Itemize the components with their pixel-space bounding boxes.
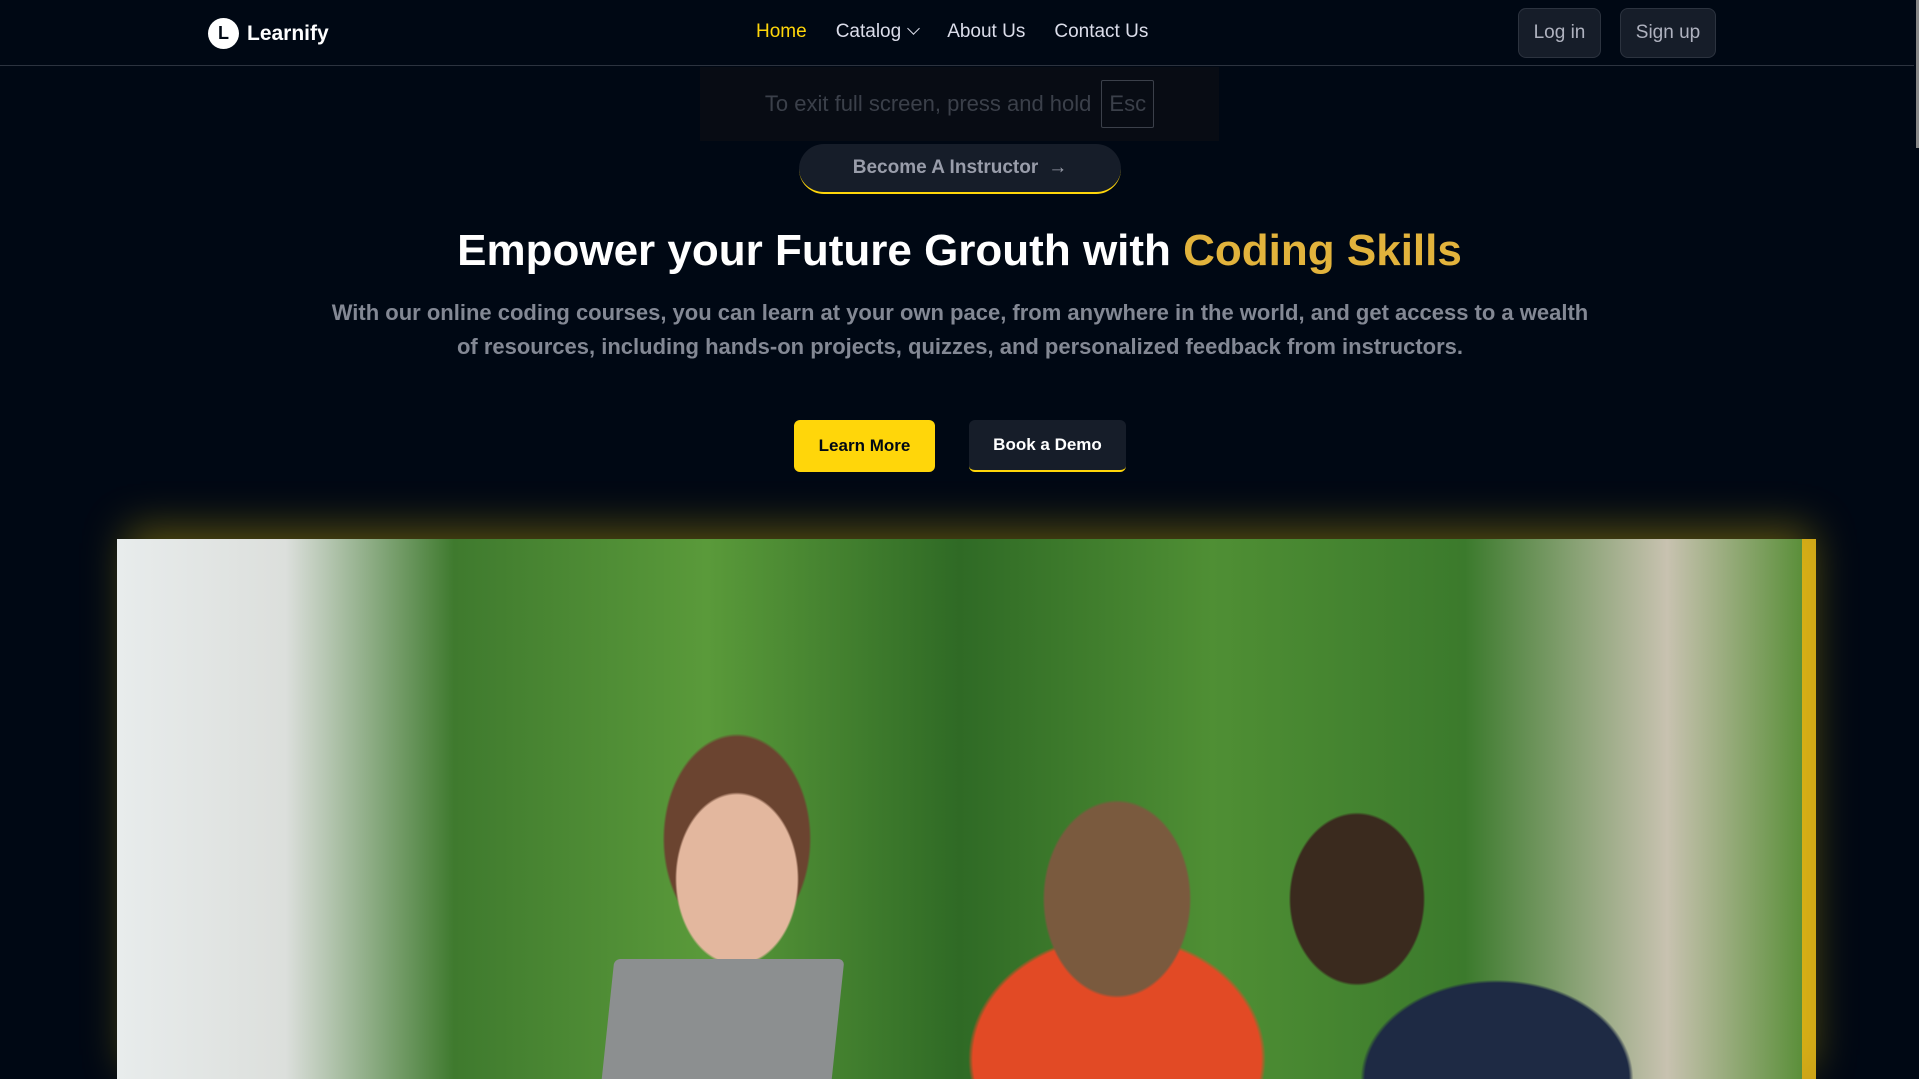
fullscreen-notice-text: To exit full screen, press and hold [764, 91, 1092, 116]
brand-name: Learnify [247, 21, 329, 45]
nav-home[interactable]: Home [756, 21, 807, 43]
laptop [599, 959, 845, 1079]
book-demo-button[interactable]: Book a Demo [969, 420, 1126, 472]
nav-links: Home Catalog About Us Contact Us [756, 21, 1148, 43]
become-instructor-button[interactable]: Become A Instructor → [799, 144, 1121, 194]
arrow-right-icon: → [1048, 157, 1068, 178]
nav-about[interactable]: About Us [947, 21, 1025, 43]
nav-catalog[interactable]: Catalog [835, 21, 921, 43]
login-button[interactable]: Log in [1518, 8, 1601, 58]
signup-button[interactable]: Sign up [1620, 8, 1716, 58]
navbar: L Learnify Home Catalog About Us Contact… [0, 0, 1914, 66]
hero-title-plain: Empower your Future Grouth with [457, 226, 1184, 275]
nav-contact[interactable]: Contact Us [1054, 21, 1148, 43]
learn-more-button[interactable]: Learn More [794, 420, 935, 472]
fullscreen-notice: To exit full screen, press and hold Esc [700, 67, 1219, 141]
hero-title-highlight: Coding Skills [1183, 226, 1462, 275]
logo-icon: L [208, 18, 239, 49]
hero-title: Empower your Future Grouth with Coding S… [0, 226, 1919, 276]
nav-catalog-label: Catalog [835, 21, 902, 42]
chevron-down-icon [907, 22, 921, 35]
hero-image [117, 539, 1802, 1079]
esc-key: Esc [1101, 80, 1155, 128]
logo[interactable]: L Learnify [208, 18, 329, 49]
become-instructor-label: Become A Instructor [852, 157, 1039, 178]
hero-subtitle: With our online coding courses, you can … [331, 300, 1589, 359]
